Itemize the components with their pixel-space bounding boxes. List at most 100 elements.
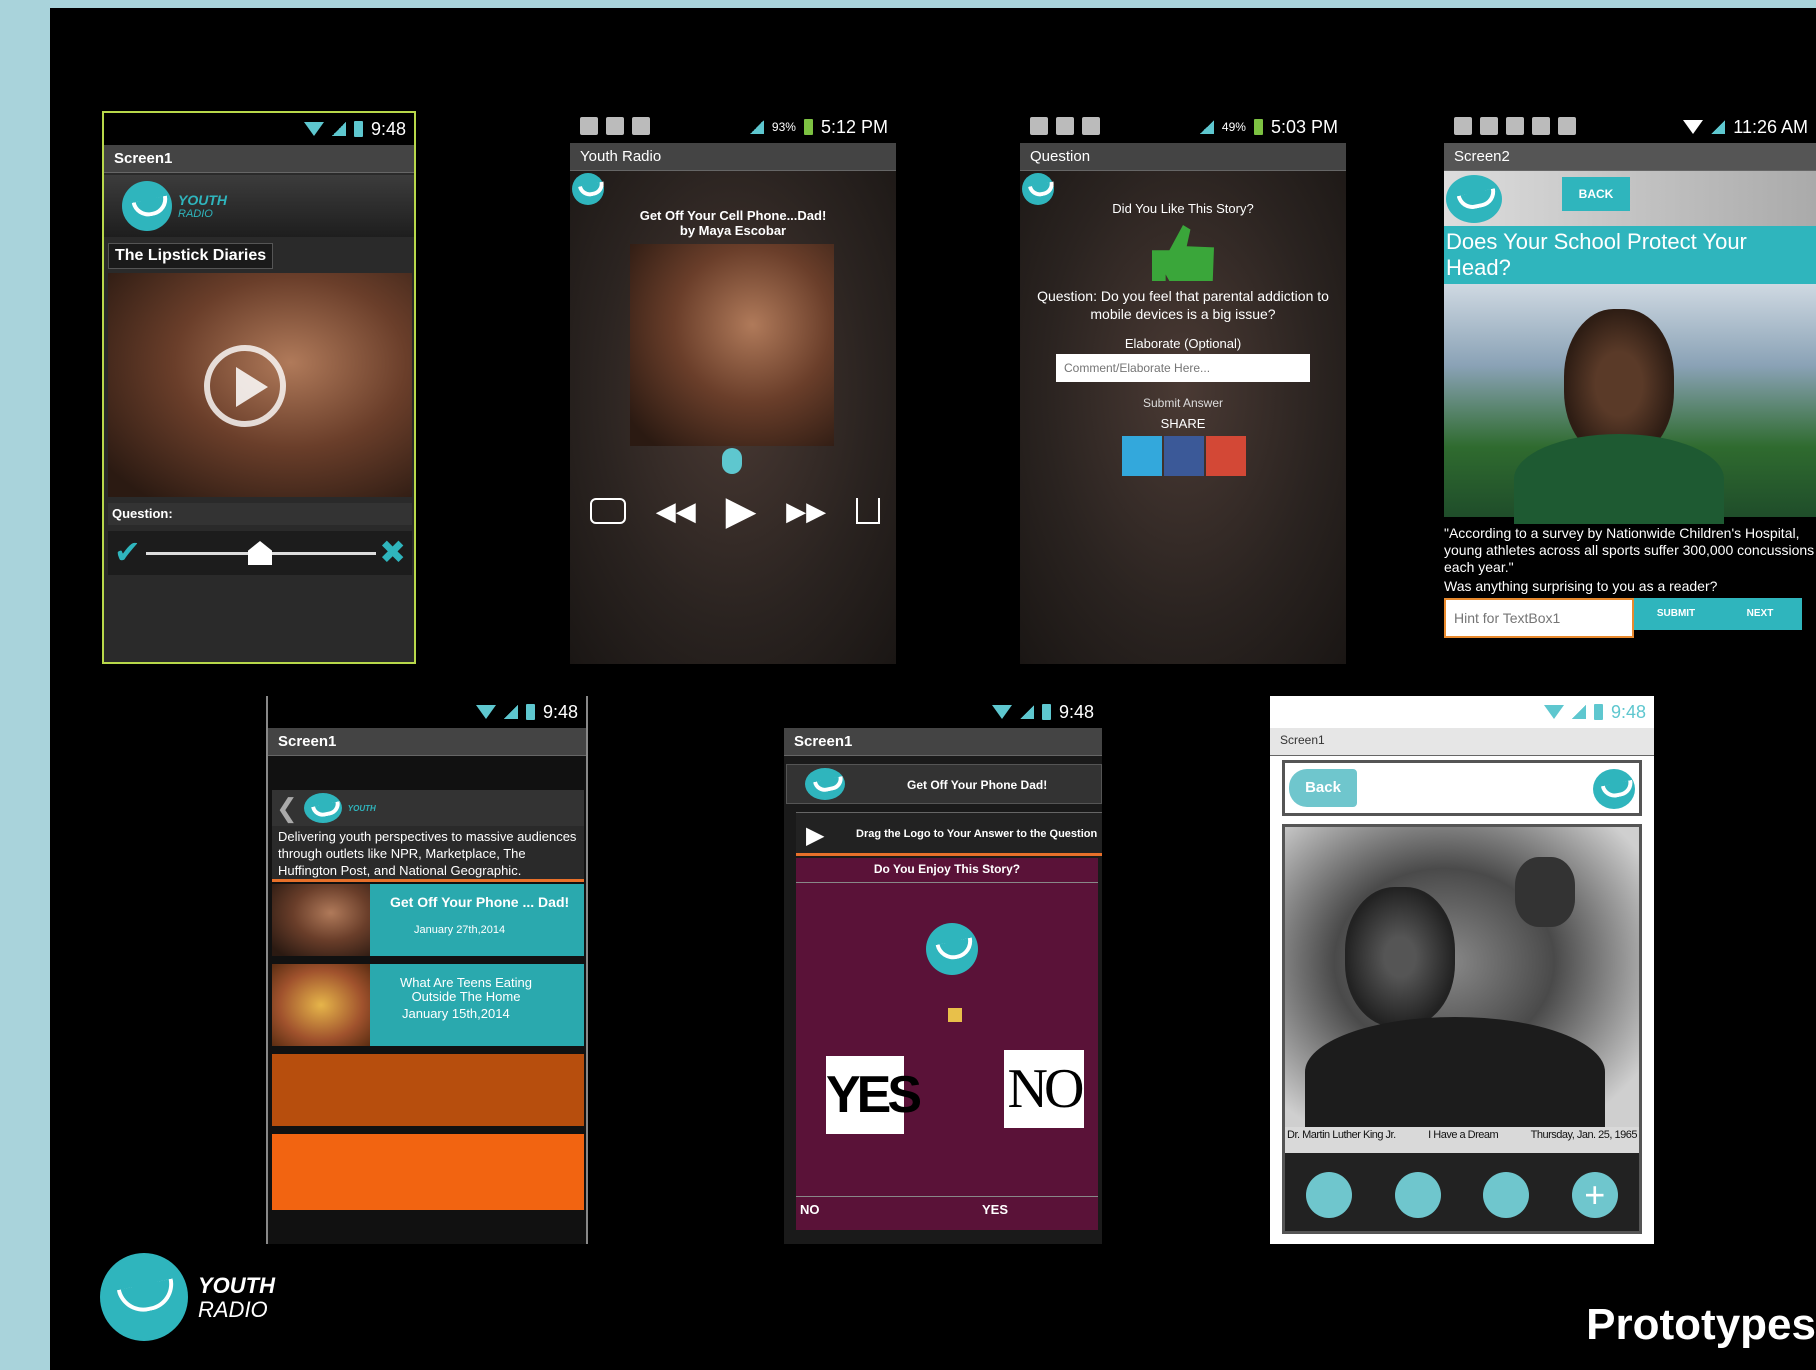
wifi-icon [991,705,1012,719]
back-button[interactable]: BACK [1562,177,1630,211]
fast-forward-icon[interactable]: ▶▶ [786,496,826,527]
prototype-concussion: 11:26 AM Screen2 BACK Does Your School P… [1444,111,1816,664]
item-date: January 15th,2014 [402,1006,510,1021]
thumbs-up-icon[interactable] [1152,225,1214,281]
quote-text: "According to a survey by Nationwide Chi… [1444,525,1815,575]
add-icon[interactable]: + [1571,1172,1618,1218]
screen-title: Screen1 [104,145,414,173]
list-item[interactable]: Get Off Your Phone ... Dad! January 27th… [272,884,584,956]
elaborate-label: Elaborate (Optional) [1124,336,1242,351]
slide-title: Prototypes [1586,1300,1816,1349]
photo-caption: Dr. Martin Luther King Jr. I Have a Drea… [1287,1129,1638,1141]
yes-target[interactable]: YES [826,1056,922,1134]
prototype-mlk: 9:48 Screen1 Back Dr. Martin Luther King… [1270,696,1654,1244]
share-buttons [1122,436,1246,476]
twitter-icon[interactable] [1122,436,1162,476]
screen-title: Screen1 [268,728,586,756]
thumbs-up-icon[interactable] [1483,1172,1530,1218]
signal-icon [1711,120,1726,134]
status-time: 9:48 [1058,701,1094,722]
draggable-logo[interactable] [926,923,978,975]
story-panel: Dr. Martin Luther King Jr. I Have a Drea… [1282,824,1642,1234]
status-bar: 49% 5:03 PM [1020,111,1346,143]
wifi-icon [475,705,496,719]
share-icon[interactable] [855,498,880,524]
prototype-story-list: 9:48 Screen1 ❮ YOUTH Delivering youth pe… [266,696,588,1244]
item-title: Get Off Your Phone ... Dad! [390,894,570,910]
parental-question: Question: Do you feel that parental addi… [1037,288,1329,322]
play-button[interactable] [204,345,286,427]
comment-icon[interactable] [590,498,626,524]
battery-percent: 93% [771,120,796,134]
notification-icon [1030,117,1048,135]
progress-thumb[interactable] [722,448,742,474]
reply-icon[interactable] [1394,1172,1441,1218]
rewind-icon[interactable]: ◀◀ [656,496,696,527]
brand-header: ❮ YOUTH [272,790,584,826]
play-icon[interactable]: ▶ [726,488,757,534]
share-icon[interactable] [1306,1172,1353,1218]
story-title: The Lipstick Diaries [108,243,274,269]
youth-radio-logo-icon [572,173,604,205]
download-icon [1532,117,1550,135]
story-header-title: Get Off Your Phone Dad! [907,778,1048,792]
status-time: 9:48 [1610,701,1646,722]
signal-icon [1199,120,1214,134]
screen-title: Screen1 [1270,728,1654,756]
status-time: 5:03 PM [1270,116,1338,137]
yes-label: YES [982,1202,1009,1217]
screen-title: Youth Radio [570,143,896,171]
google-plus-icon[interactable] [1206,436,1246,476]
question-label: Question: [108,503,412,525]
elaborate-input[interactable] [1056,354,1310,382]
next-button[interactable]: NEXT [1718,598,1802,630]
back-button[interactable]: Back [1289,769,1357,807]
drag-instruction-row: ▶ Drag the Logo to Your Answer to the Qu… [796,812,1102,856]
player-controls: ◀◀ ▶ ▶▶ [590,486,880,536]
image-placeholder-icon [948,1008,962,1022]
battery-icon [1253,119,1263,135]
submit-button[interactable]: SUBMIT [1634,598,1718,630]
facebook-icon[interactable] [1164,436,1204,476]
signal-icon [1571,705,1586,719]
no-target[interactable]: NO [1004,1050,1084,1128]
logo-line2: RADIO [198,1297,268,1322]
item-thumbnail [272,964,370,1046]
story-headline: Get Off Your Cell Phone...Dad! by Maya E… [639,208,827,238]
status-time: 5:12 PM [820,116,888,137]
calendar-icon [1082,117,1100,135]
signal-icon [503,705,518,719]
nav-bar: Back [1282,760,1642,816]
list-placeholder [272,1134,584,1210]
youth-radio-logo-icon [100,1253,188,1341]
signal-icon [331,122,346,136]
list-item[interactable]: What Are Teens Eating Outside The Home J… [272,964,584,1046]
mlk-photo [1285,827,1639,1127]
screen-title: Question [1020,143,1346,171]
youth-radio-logo-icon [805,768,845,800]
answer-input[interactable] [1444,598,1634,638]
image-icon [1480,117,1498,135]
action-bar: + [1285,1153,1639,1231]
prototype-player: 93% 5:12 PM Youth Radio Get Off Your Cel… [570,111,896,664]
wifi-icon [1683,120,1704,134]
battery-icon [1041,704,1051,720]
download-icon [606,117,624,135]
answer-slider[interactable]: ✔ ✖ [108,531,412,575]
item-thumbnail [272,884,370,956]
wifi-icon [303,122,324,136]
wifi-icon [1543,705,1564,719]
play-icon[interactable]: ▶ [806,821,824,850]
prototype-drag-answer: 9:48 Screen1 Get Off Your Phone Dad! ▶ D… [784,696,1102,1244]
status-time: 9:48 [542,701,578,722]
slider-thumb[interactable] [248,541,272,565]
logo-line1: YOUTH [198,1273,275,1298]
battery-icon [1593,704,1603,720]
submit-button[interactable]: Submit Answer [1020,396,1346,410]
back-chevron-icon[interactable]: ❮ [276,793,298,824]
reader-prompt: Was anything surprising to you as a read… [1444,578,1718,594]
board-question: Do You Enjoy This Story? [873,862,1021,876]
story-photo [108,273,412,497]
story-photo [630,244,834,446]
camera-icon [1056,117,1074,135]
